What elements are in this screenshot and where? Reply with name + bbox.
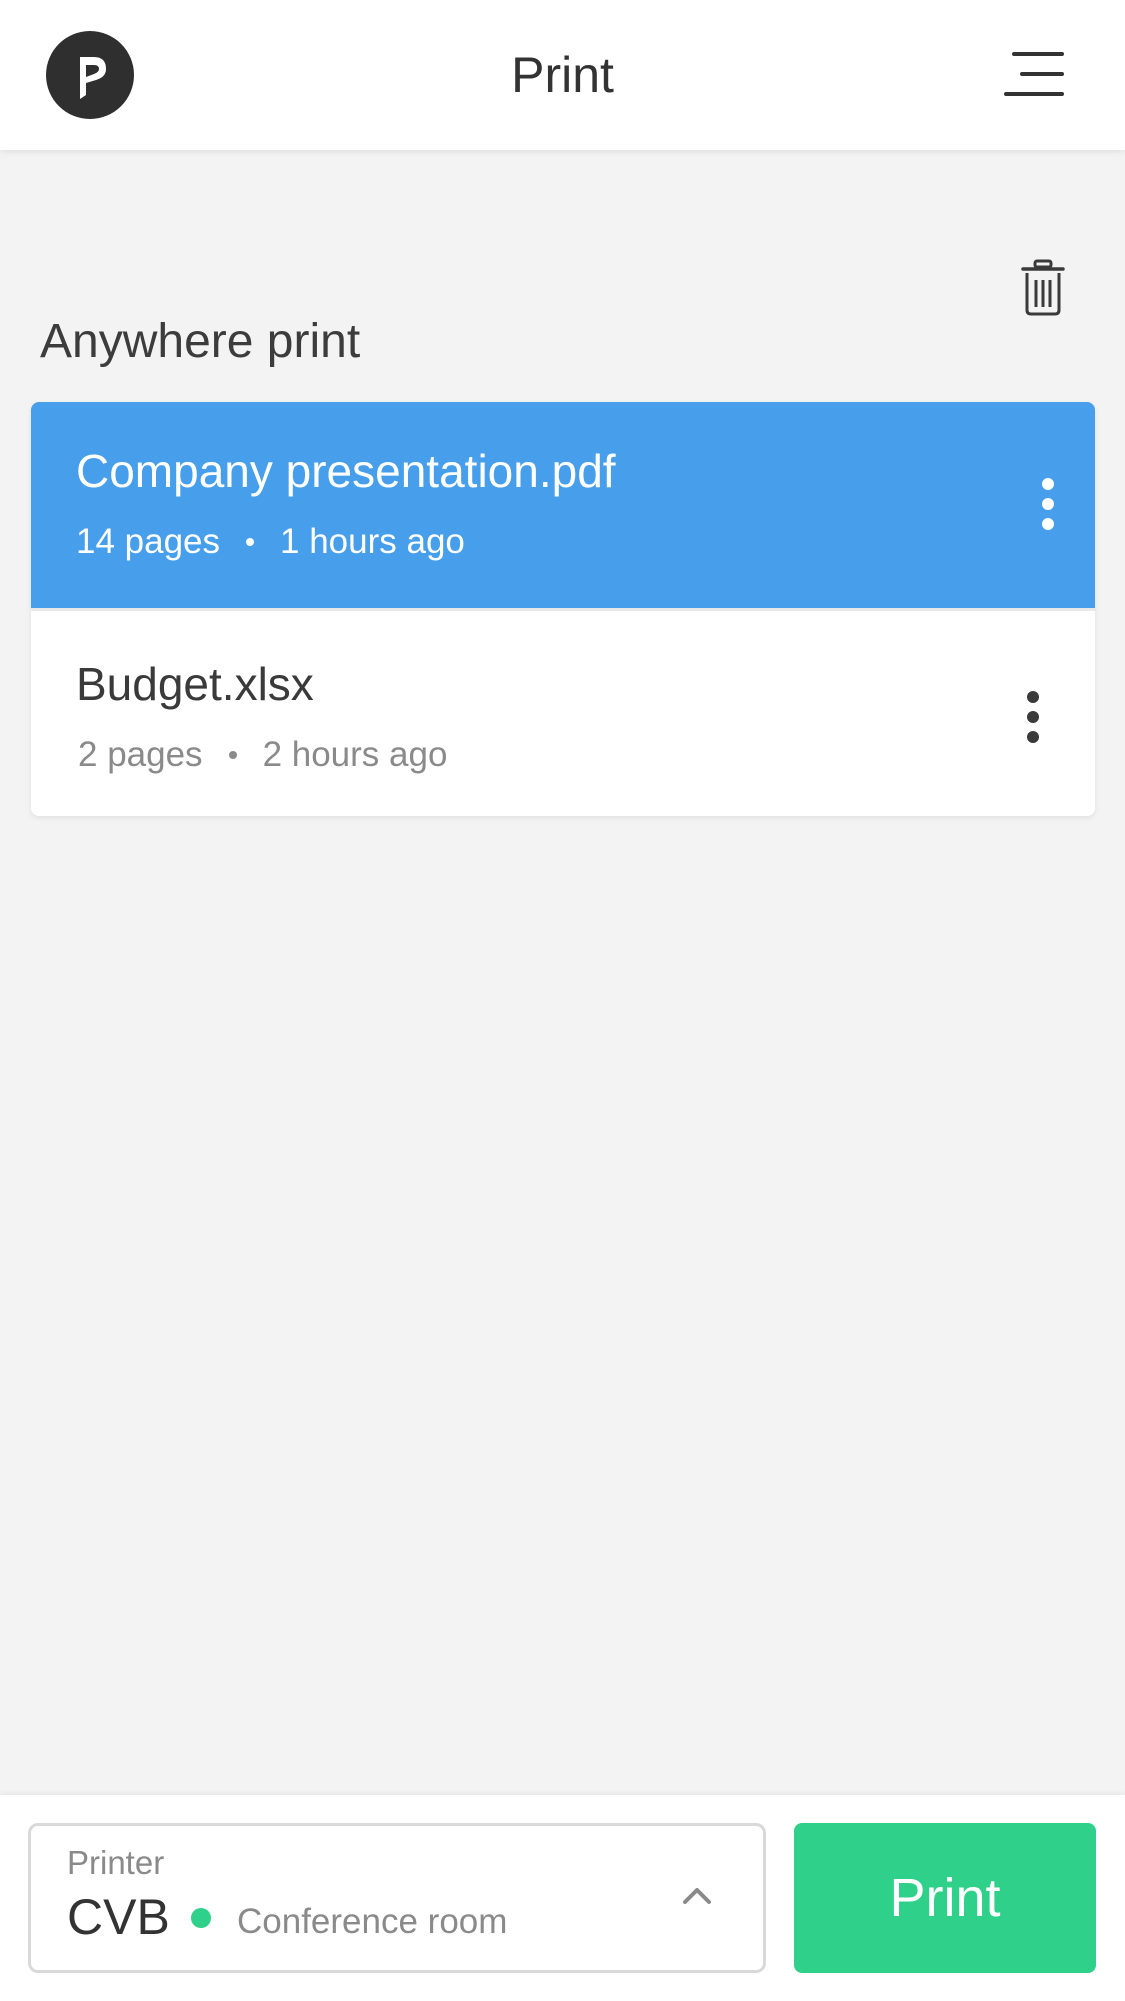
printer-name: CVB bbox=[67, 1889, 170, 1945]
separator-dot bbox=[228, 751, 237, 759]
job-pages: 2 pages bbox=[78, 735, 203, 774]
job-meta: 14 pages 1 hours ago bbox=[76, 522, 465, 562]
job-name: Budget.xlsx bbox=[76, 658, 314, 710]
trash-icon[interactable] bbox=[1018, 258, 1068, 318]
chevron-up-icon[interactable] bbox=[677, 1880, 717, 1910]
print-button[interactable]: Print bbox=[794, 1823, 1096, 1973]
status-online-indicator bbox=[191, 1908, 211, 1928]
section-title: Anywhere print bbox=[40, 315, 361, 368]
separator-dot bbox=[246, 538, 255, 546]
more-options-icon[interactable] bbox=[1028, 464, 1068, 544]
more-options-icon[interactable] bbox=[1013, 677, 1053, 757]
job-pages: 14 pages bbox=[76, 522, 221, 561]
page-title: Print bbox=[511, 47, 614, 103]
job-name: Company presentation.pdf bbox=[76, 445, 616, 497]
hamburger-menu-icon[interactable] bbox=[1000, 48, 1066, 100]
bottom-bar: Printer CVB Conference room Print bbox=[0, 1795, 1125, 2001]
job-time: 2 hours ago bbox=[262, 735, 448, 774]
print-job-item[interactable]: Company presentation.pdf 14 pages 1 hour… bbox=[31, 402, 1095, 608]
job-meta: 2 pages 2 hours ago bbox=[78, 735, 447, 775]
job-time: 1 hours ago bbox=[280, 522, 465, 561]
print-job-list: Company presentation.pdf 14 pages 1 hour… bbox=[31, 402, 1095, 816]
printer-selector[interactable]: Printer CVB Conference room bbox=[28, 1823, 766, 1973]
printer-label: Printer bbox=[67, 1844, 165, 1881]
app-header: Print bbox=[0, 0, 1125, 150]
printer-location: Conference room bbox=[237, 1902, 508, 1941]
print-job-item[interactable]: Budget.xlsx 2 pages 2 hours ago bbox=[31, 608, 1095, 816]
